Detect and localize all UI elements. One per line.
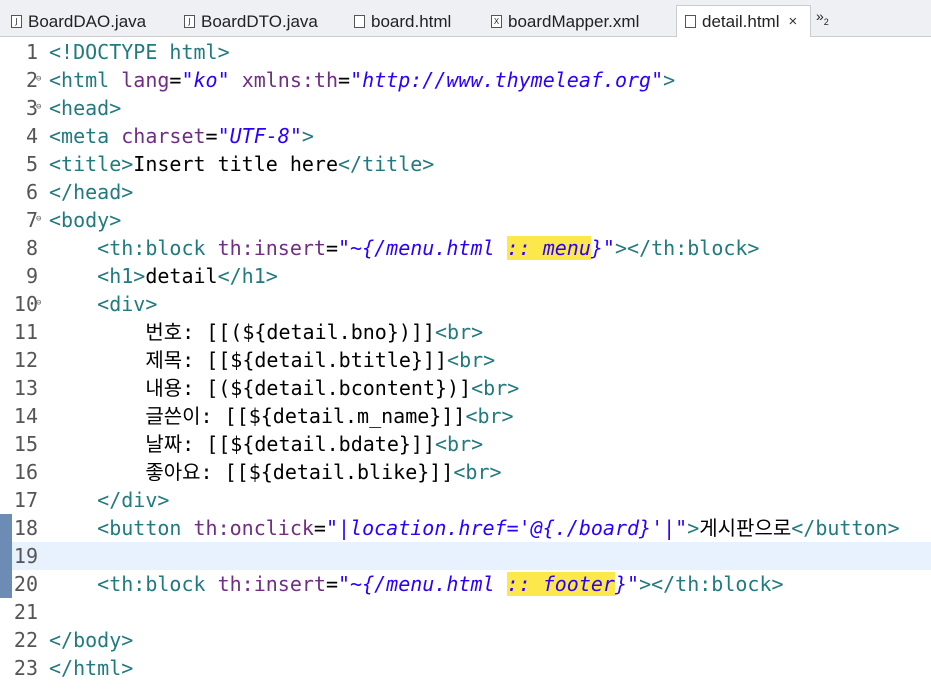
line-number: 2 (25, 68, 38, 92)
code-text: <th:block th:insert="~{/menu.html :: foo… (97, 572, 784, 596)
tab-overflow-button[interactable]: »2 (816, 8, 829, 27)
line-number: 21 (13, 600, 38, 624)
code-line[interactable]: 12 제목: [[${detail.btitle}]]<br> (0, 346, 931, 374)
code-editor[interactable]: 1 <!DOCTYPE html> 2 ⊖ <html lang="ko" xmlns:… (0, 37, 931, 699)
code-text: </html> (49, 656, 134, 680)
code-line[interactable]: 13 내용: [(${detail.bcontent})]<br> (0, 374, 931, 402)
code-text: </head> (49, 180, 134, 204)
line-number: 7 (25, 208, 38, 232)
code-text: 내용: [(${detail.bcontent})]<br> (49, 376, 520, 400)
tab-detail-html[interactable]: detail.html × (676, 5, 811, 37)
tab-boardmapper-xml[interactable]: XboardMapper.xml (483, 6, 673, 37)
code-text: <button th:onclick="|location.href='@{./… (97, 516, 900, 540)
line-number: 11 (13, 320, 38, 344)
code-text: <head> (49, 96, 122, 120)
tab-label: detail.html (702, 11, 780, 31)
code-line[interactable]: 7 ⊖ <body> (0, 206, 931, 234)
close-icon[interactable]: × (788, 13, 797, 30)
code-line[interactable]: 2 ⊖ <html lang="ko" xmlns:th="http://www.t… (0, 66, 931, 94)
code-line[interactable]: 4 <meta charset="UTF-8"> (0, 122, 931, 150)
line-number: 6 (25, 180, 38, 204)
line-number: 18 (13, 516, 38, 540)
code-line[interactable]: 14 글쓴이: [[${detail.m_name}]]<br> (0, 402, 931, 430)
line-number: 14 (13, 404, 38, 428)
fold-toggle-icon[interactable]: ⊖ (36, 215, 41, 224)
code-line[interactable]: 18 <button th:onclick="|location.href='@… (0, 514, 931, 542)
line-number: 16 (13, 460, 38, 484)
line-number: 20 (13, 572, 38, 596)
line-number: 15 (13, 432, 38, 456)
xml-file-icon: X (491, 15, 502, 28)
line-number: 1 (25, 40, 38, 64)
code-text: 날짜: [[${detail.bdate}]]<br> (49, 432, 484, 456)
code-line[interactable]: 6 </head> (0, 178, 931, 206)
code-line[interactable]: 9 <h1>detail</h1> (0, 262, 931, 290)
code-text: 좋아요: [[${detail.blike}]]<br> (49, 460, 502, 484)
code-text: </div> (97, 488, 170, 512)
fold-toggle-icon[interactable]: ⊖ (36, 103, 41, 112)
code-line[interactable]: 8 <th:block th:insert="~{/menu.html :: m… (0, 234, 931, 262)
code-text: 번호: [[(${detail.bno})]]<br> (49, 320, 484, 344)
code-text: <title>Insert title here</title> (49, 152, 435, 176)
code-line[interactable]: 1 <!DOCTYPE html> (0, 38, 931, 66)
line-number: 9 (25, 264, 38, 288)
code-line[interactable]: 21 (0, 598, 931, 626)
code-text: <meta charset="UTF-8"> (49, 124, 314, 148)
code-text: 글쓴이: [[${detail.m_name}]]<br> (49, 404, 514, 428)
java-file-icon: J (184, 15, 195, 28)
fold-toggle-icon[interactable]: ⊖ (36, 75, 41, 84)
code-text: <th:block th:insert="~{/menu.html :: men… (97, 236, 760, 260)
tab-label: boardMapper.xml (508, 11, 640, 31)
line-number: 12 (13, 348, 38, 372)
code-line[interactable]: 3 ⊖ <head> (0, 94, 931, 122)
code-line[interactable]: 19 (0, 542, 931, 570)
code-text: 제목: [[${detail.btitle}]]<br> (49, 348, 496, 372)
tab-label: board.html (371, 11, 452, 31)
line-number: 22 (13, 628, 38, 652)
code-line[interactable]: 17 </div> (0, 486, 931, 514)
code-text: <div> (97, 292, 158, 316)
code-line[interactable]: 10 ⊖ <div> (0, 290, 931, 318)
line-number: 17 (13, 488, 38, 512)
line-number: 19 (13, 544, 38, 568)
code-text: <html lang="ko" xmlns:th="http://www.thy… (49, 68, 676, 92)
line-number: 8 (25, 236, 38, 260)
tab-board-html[interactable]: board.html (346, 6, 481, 37)
code-line[interactable]: 5 <title>Insert title here</title> (0, 150, 931, 178)
code-line[interactable]: 20 <th:block th:insert="~{/menu.html :: … (0, 570, 931, 598)
fold-toggle-icon[interactable]: ⊖ (36, 299, 41, 308)
html-file-icon (354, 15, 365, 28)
line-number: 3 (25, 96, 38, 120)
tab-label: BoardDTO.java (201, 11, 318, 31)
code-line[interactable]: 23 </html> (0, 654, 931, 682)
html-file-icon (685, 15, 696, 28)
code-text: <h1>detail</h1> (97, 264, 278, 288)
tab-label: BoardDAO.java (28, 11, 147, 31)
tab-boarddao-java[interactable]: J BoardDAO.java (3, 6, 173, 37)
line-number: 13 (13, 376, 38, 400)
code-line[interactable]: 11 번호: [[(${detail.bno})]]<br> (0, 318, 931, 346)
line-number: 23 (13, 656, 38, 680)
editor-tab-bar: J BoardDAO.java J BoardDTO.java board.html Xb… (0, 0, 931, 37)
code-line[interactable]: 22 </body> (0, 626, 931, 654)
code-text: <body> (49, 208, 122, 232)
tab-boarddto-java[interactable]: J BoardDTO.java (176, 6, 344, 37)
code-text: <!DOCTYPE html> (49, 40, 230, 64)
line-number: 10 (13, 292, 38, 316)
code-line[interactable]: 15 날짜: [[${detail.bdate}]]<br> (0, 430, 931, 458)
code-text: </body> (49, 628, 134, 652)
code-line[interactable]: 16 좋아요: [[${detail.blike}]]<br> (0, 458, 931, 486)
line-number: 5 (25, 152, 38, 176)
java-file-icon: J (11, 15, 22, 28)
line-number: 4 (25, 124, 38, 148)
